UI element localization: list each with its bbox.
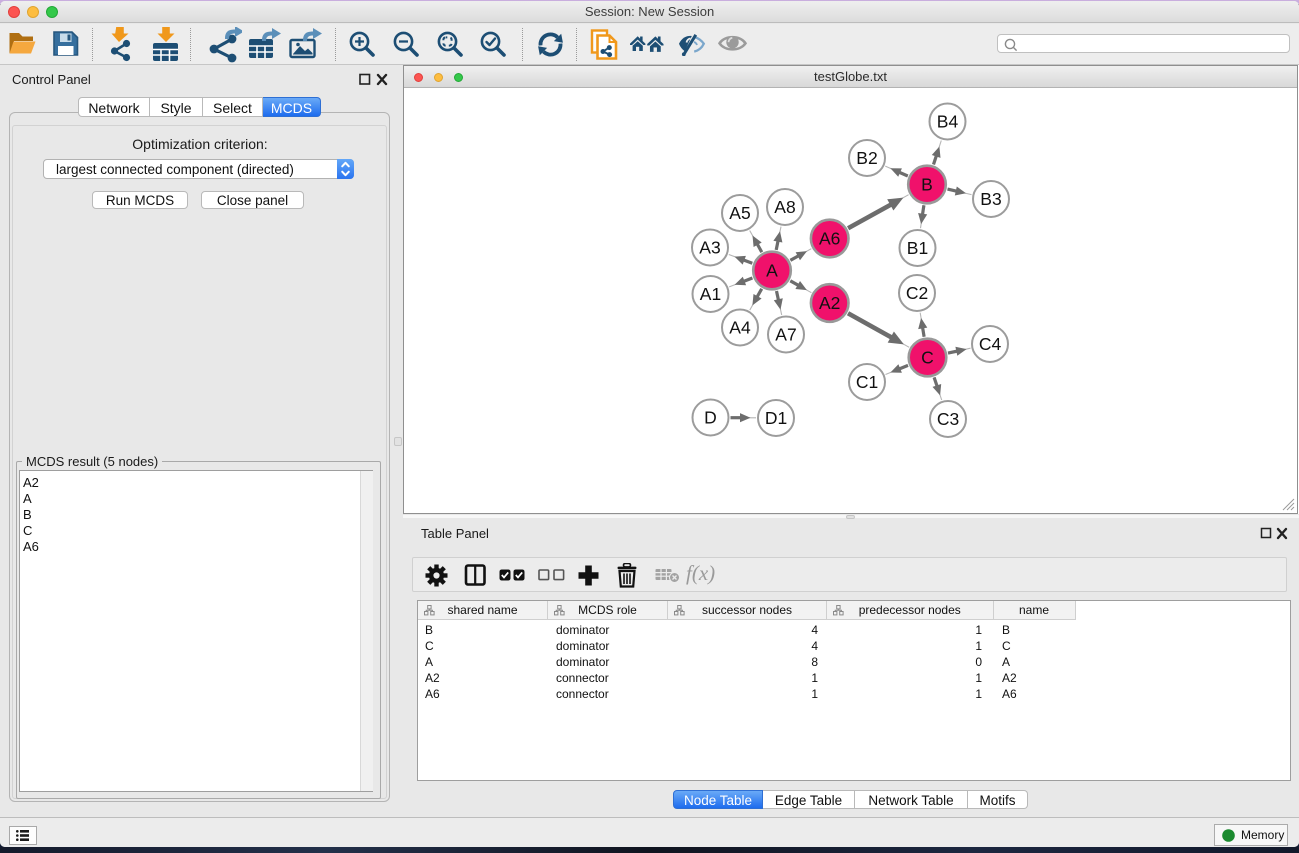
svg-text:C4: C4 xyxy=(979,334,1002,354)
svg-text:C: C xyxy=(921,348,934,368)
svg-text:B: B xyxy=(921,175,933,195)
svg-text:A2: A2 xyxy=(819,293,840,313)
svg-text:C2: C2 xyxy=(906,283,928,303)
svg-text:B2: B2 xyxy=(856,148,877,168)
svg-text:B1: B1 xyxy=(907,238,928,258)
svg-text:A6: A6 xyxy=(819,229,840,249)
svg-text:A4: A4 xyxy=(729,318,751,338)
svg-text:A8: A8 xyxy=(774,197,795,217)
svg-text:B4: B4 xyxy=(937,112,959,132)
svg-text:C1: C1 xyxy=(856,372,878,392)
svg-text:C3: C3 xyxy=(937,409,959,429)
svg-text:A: A xyxy=(766,261,778,281)
svg-text:A7: A7 xyxy=(775,325,796,345)
svg-text:A3: A3 xyxy=(699,238,720,258)
svg-text:D: D xyxy=(704,408,717,428)
svg-text:D1: D1 xyxy=(765,408,787,428)
svg-text:B3: B3 xyxy=(980,189,1001,209)
svg-text:A5: A5 xyxy=(729,203,750,223)
svg-text:A1: A1 xyxy=(700,284,721,304)
